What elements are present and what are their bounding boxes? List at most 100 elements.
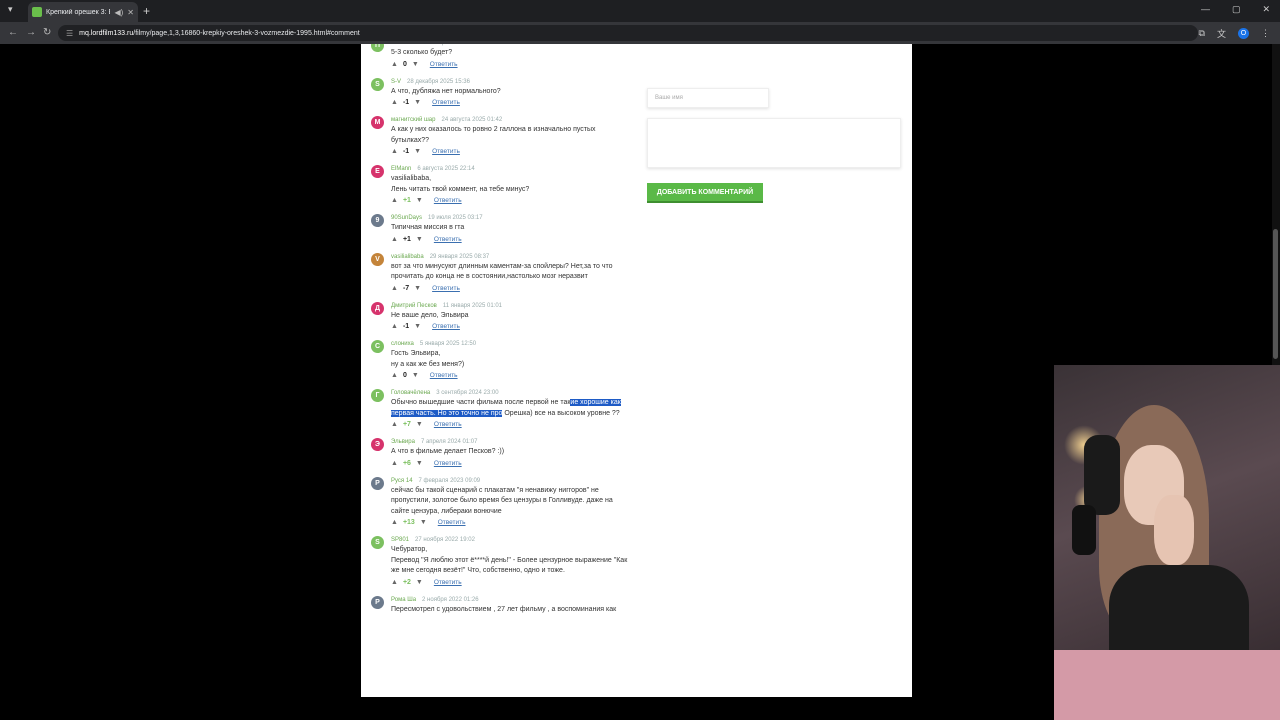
comment-author[interactable]: Питалич	[391, 44, 415, 46]
comment-item: Сслониха 5 января 2025 12:50 Гость Эльвира…	[371, 339, 631, 379]
thumbs-down-icon[interactable]: ▼	[412, 372, 419, 379]
back-icon[interactable]: ←	[8, 27, 18, 38]
tab-bar: ▾ Крепкий орешек 3: Возме… ◀) ✕ + — ▢ ✕	[0, 0, 1280, 22]
thumbs-down-icon[interactable]: ▼	[416, 421, 423, 428]
comment-actions: ▲ 0 ▼ Ответить	[391, 372, 631, 379]
thumbs-up-icon[interactable]: ▲	[391, 460, 398, 467]
comment-meta: ElMann 6 августа 2025 22:14	[391, 164, 631, 174]
thumbs-down-icon[interactable]: ▼	[414, 148, 421, 155]
comment-actions: ▲ +13 ▼ Ответить	[391, 519, 631, 526]
comment-author[interactable]: магнитский шар	[391, 117, 435, 123]
thumbs-down-icon[interactable]: ▼	[420, 519, 427, 526]
thumbs-up-icon[interactable]: ▲	[391, 372, 398, 379]
thumbs-down-icon[interactable]: ▼	[416, 236, 423, 243]
comments-list: П Питалич 17 января 2026 20:11 5-3 сколько …	[371, 44, 631, 624]
reply-link[interactable]: Ответить	[434, 197, 462, 204]
comment-item: Э Эльвира 7 апреля 2024 01:07 А что в фильм…	[371, 437, 631, 467]
thumbs-down-icon[interactable]: ▼	[414, 99, 421, 106]
new-tab-button[interactable]: +	[143, 4, 150, 18]
comment-date: 2 ноября 2022 01:26	[422, 596, 479, 603]
comment-textarea[interactable]	[647, 118, 901, 168]
comment-score: -1	[402, 323, 410, 330]
comment-date: 11 января 2025 01:01	[442, 302, 503, 309]
comment-avatar: S	[371, 536, 384, 549]
comment-date: 24 августа 2025 01:42	[441, 117, 503, 123]
reload-icon[interactable]: ↻	[43, 27, 51, 38]
streamer-hand	[1154, 495, 1194, 565]
minimize-icon[interactable]: —	[1201, 4, 1210, 15]
comment-avatar: S	[371, 77, 384, 91]
thumbs-up-icon[interactable]: ▲	[391, 519, 398, 526]
reply-link[interactable]: Ответить	[434, 579, 462, 586]
reply-link[interactable]: Ответить	[434, 421, 462, 428]
comment-meta: vasilialibaba 29 января 2025 08:37	[391, 252, 631, 262]
comment-text-part: Обычно вышедшие части фильма после перво…	[391, 399, 571, 406]
profile-avatar[interactable]: O	[1238, 28, 1249, 39]
reply-link[interactable]: Ответить	[434, 236, 462, 243]
comment-date: 7 февраля 2023 09:09	[418, 477, 481, 484]
comment-author[interactable]: Дмитрий Песков	[391, 303, 437, 309]
thumbs-down-icon[interactable]: ▼	[416, 579, 423, 586]
comment-actions: ▲ +6 ▼ Ответить	[391, 460, 631, 467]
comment-author[interactable]: Рома Ша	[391, 597, 416, 603]
forward-icon[interactable]: →	[26, 27, 36, 38]
comment-avatar: Д	[371, 301, 384, 315]
comment-author[interactable]: 90SunDays	[391, 215, 422, 221]
reply-link[interactable]: Ответить	[432, 99, 460, 106]
comment-author[interactable]: Головачёлена	[391, 390, 430, 396]
tab-close-icon[interactable]: ✕	[127, 8, 134, 17]
tab-title: Крепкий орешек 3: Возме…	[46, 8, 110, 16]
comment-avatar: V	[371, 252, 384, 266]
thumbs-up-icon[interactable]: ▲	[391, 236, 398, 243]
comment-avatar: E	[371, 165, 384, 178]
thumbs-up-icon[interactable]: ▲	[391, 421, 398, 428]
reply-link[interactable]: Ответить	[438, 519, 466, 526]
add-comment-button[interactable]: ДОБАВИТЬ КОММЕНТАРИЙ	[647, 183, 763, 203]
comment-author[interactable]: vasilialibaba	[391, 254, 424, 260]
reply-link[interactable]: Ответить	[430, 61, 458, 68]
comment-item: P Руся 14 7 февраля 2023 09:09 сейчас бы та…	[371, 476, 631, 526]
close-window-icon[interactable]: ✕	[1262, 4, 1270, 15]
browser-tab[interactable]: Крепкий орешек 3: Возме… ◀) ✕	[28, 2, 138, 22]
comment-author[interactable]: S-V	[391, 79, 401, 85]
comment-item: 9 90SunDays 19 июля 2025 03:17 Типичная мис…	[371, 213, 631, 243]
thumbs-up-icon[interactable]: ▲	[391, 61, 398, 68]
thumbs-up-icon[interactable]: ▲	[391, 148, 398, 155]
reply-link[interactable]: Ответить	[430, 372, 458, 379]
comment-author[interactable]: Руся 14	[391, 478, 413, 484]
thumbs-down-icon[interactable]: ▼	[414, 285, 421, 292]
reply-link[interactable]: Ответить	[432, 323, 460, 330]
extensions-icon[interactable]: ⧉	[1199, 28, 1205, 39]
thumbs-down-icon[interactable]: ▼	[414, 323, 421, 330]
name-input[interactable]: Ваше имя	[647, 88, 769, 108]
comment-score: 0	[402, 60, 407, 68]
address-bar[interactable]: ☰ mq.lordfilm133.ru/filmy/page,1,3,16860…	[58, 25, 1198, 41]
menu-icon[interactable]: ⋮	[1261, 28, 1270, 39]
thumbs-down-icon[interactable]: ▼	[416, 460, 423, 467]
comment-score: -7	[402, 284, 410, 292]
translate-icon[interactable]: 文	[1217, 27, 1226, 40]
scrollbar-thumb[interactable]	[1273, 229, 1278, 359]
thumbs-down-icon[interactable]: ▼	[416, 197, 423, 204]
reply-link[interactable]: Ответить	[434, 460, 462, 467]
thumbs-up-icon[interactable]: ▲	[391, 285, 398, 292]
maximize-icon[interactable]: ▢	[1232, 4, 1241, 15]
tab-search-icon[interactable]: ▾	[8, 4, 13, 15]
reply-link[interactable]: Ответить	[432, 148, 460, 155]
reply-link[interactable]: Ответить	[432, 285, 460, 292]
comment-author[interactable]: слониха	[391, 341, 414, 347]
comment-item: Д Дмитрий Песков 11 января 2025 01:01 Не ва…	[371, 301, 631, 330]
comment-author[interactable]: ElMann	[391, 166, 411, 172]
comment-author[interactable]: Эльвира	[391, 439, 415, 445]
thumbs-up-icon[interactable]: ▲	[391, 579, 398, 586]
comment-actions: ▲ -7 ▼ Ответить	[391, 285, 631, 292]
thumbs-up-icon[interactable]: ▲	[391, 323, 398, 330]
site-info-icon[interactable]: ☰	[66, 29, 73, 38]
comment-author[interactable]: SP801	[391, 537, 409, 543]
comment-text: вот за что минусуют длинным каментам-за …	[391, 262, 613, 281]
speaker-icon[interactable]: ◀)	[114, 8, 123, 17]
thumbs-up-icon[interactable]: ▲	[391, 99, 398, 106]
comment-score: +2	[402, 578, 411, 586]
thumbs-down-icon[interactable]: ▼	[412, 61, 419, 68]
thumbs-up-icon[interactable]: ▲	[391, 197, 398, 204]
